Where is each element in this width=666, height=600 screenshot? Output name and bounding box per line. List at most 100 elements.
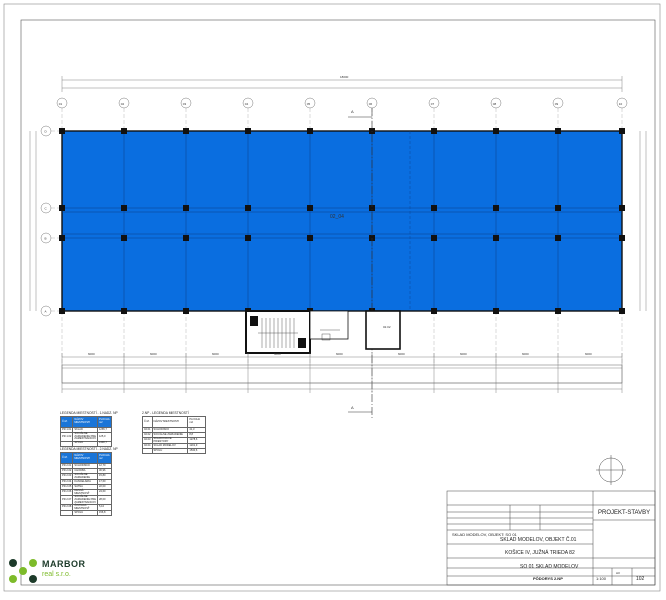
legend-header: Č.M. NÁZOV MIESTNOSTI PLOCHA m2 xyxy=(59,452,112,464)
bay-dimension: 6000 xyxy=(336,352,343,356)
column xyxy=(59,205,65,211)
legend-table-a: Č.M. NÁZOV MIESTNOSTI PLOCHA m2 PR.1.01 S… xyxy=(59,416,112,447)
legend-a-title: LEGENDA MIESTNOSTÍ - 1.NADZ. NP xyxy=(60,411,118,415)
logo-name: MARBOR xyxy=(42,559,86,569)
column xyxy=(183,128,189,134)
column xyxy=(431,128,437,134)
legend-table-c: Č.M. NÁZOV MIESTNOSTI PLOCHA m2 02.01 SCH… xyxy=(142,416,206,455)
legend-cell: SOCIÁLNE ZARIADENIE PRE ZAMESTNANCOV xyxy=(72,432,98,442)
column xyxy=(619,235,625,241)
column xyxy=(245,205,251,211)
legend-cell: 28,00 xyxy=(97,495,112,506)
legend-cell xyxy=(142,448,153,455)
legend-c-title: 2.NP - LEGENDA MIESTNOSTÍ xyxy=(142,411,189,415)
column xyxy=(555,235,561,241)
stair-room-label: 02.02 xyxy=(383,325,391,329)
axis-label: 08 xyxy=(493,102,497,106)
legend-head-cell: PLOCHA m2 xyxy=(97,416,112,428)
column xyxy=(307,128,313,134)
axis-markers-left: DCBA xyxy=(40,125,52,317)
legend-cell: SPOLU xyxy=(72,510,98,517)
column xyxy=(121,128,127,134)
floor-area xyxy=(61,130,623,312)
column xyxy=(245,128,251,134)
column xyxy=(493,128,499,134)
format: A3 xyxy=(616,571,620,575)
bay-dimension: 6000 xyxy=(460,352,467,356)
company-logo: MARBOR real s.r.o. xyxy=(8,556,118,586)
column xyxy=(121,308,127,314)
legend-head-cell: PLOCHA m2 xyxy=(187,416,206,428)
column xyxy=(183,235,189,241)
legend-header: Č.M. NÁZOV MIESTNOSTI PLOCHA m2 xyxy=(59,416,112,428)
legend-cell: PR.1.02 xyxy=(59,432,74,442)
bay-dimension: 6000 xyxy=(398,352,405,356)
legend-head-cell: Č.M. xyxy=(59,452,74,464)
column xyxy=(493,235,499,241)
column xyxy=(121,235,127,241)
legend-cell: 1390,7 xyxy=(97,440,112,447)
scale: 1:100 xyxy=(596,576,607,581)
column xyxy=(245,235,251,241)
legend-cell xyxy=(59,510,74,517)
legend-cell: 1530,6 xyxy=(187,448,206,455)
bay-dimension: 6000 xyxy=(212,352,219,356)
legend-row: SPOLU 1530,6 xyxy=(142,448,206,455)
legend-cell: 125,0 xyxy=(97,432,112,442)
legend-head-cell: NÁZOV MIESTNOSTI xyxy=(72,452,98,464)
column xyxy=(619,308,625,314)
legend-cell xyxy=(59,440,74,447)
bay-dimension: 6000 xyxy=(522,352,529,356)
legend-row: SPOLU 156,8 xyxy=(59,510,112,517)
legend-head-cell: Č.M. xyxy=(59,416,74,428)
axis-label: 09 xyxy=(555,102,559,106)
legend-row: SPOLU 1390,7 xyxy=(59,440,112,447)
column xyxy=(493,308,499,314)
bottom-dimension-lines xyxy=(61,356,623,390)
axis-label: 01 xyxy=(59,102,63,106)
axis-label: 05 xyxy=(307,102,311,106)
firm-symbol xyxy=(596,455,626,485)
legend-row: PR.1.02 SOCIÁLNE ZARIADENIE PRE ZAMESTNAN… xyxy=(59,432,112,442)
axis-label: 10 xyxy=(619,102,623,106)
axis-label: 02 xyxy=(121,102,125,106)
drawing-title: PÔDORYS 2.NP xyxy=(533,576,563,581)
bottom-dimension-ticks: 6000 6000 6000 6000 6000 6000 6000 6000 6000 xyxy=(61,352,623,393)
sheet-number: 102 xyxy=(636,576,645,582)
legend-cell: SPOLU xyxy=(151,448,189,455)
column xyxy=(183,205,189,211)
axis-label: A xyxy=(45,310,47,314)
legend-cell: SPOLU xyxy=(72,440,98,447)
project-location: KOŠICE IV, JUŽNÁ TRIEDA 82 xyxy=(505,550,575,556)
legend-head-cell: NÁZOV MIESTNOSTI xyxy=(151,416,189,428)
axis-label: 03 xyxy=(183,102,187,106)
legend-cell: 156,8 xyxy=(97,510,112,517)
logo-mark-icon xyxy=(9,559,37,583)
column xyxy=(431,235,437,241)
axis-label: 07 xyxy=(431,102,435,106)
legend-b-title: LEGENDA MIESTNOSTÍ - 2.NADZ. NP xyxy=(60,447,118,451)
column xyxy=(121,205,127,211)
axis-markers-top: 01 02 03 04 05 06 07 08 09 10 xyxy=(56,97,628,109)
bay-dimension: 6000 xyxy=(274,352,281,356)
legend-head-cell: NÁZOV MIESTNOSTI xyxy=(72,416,98,428)
column xyxy=(619,128,625,134)
drawing-name: SO 01 SKLAD MODELOV xyxy=(520,564,579,570)
axis-label: 06 xyxy=(369,102,373,106)
room-label: 02_04 xyxy=(330,214,344,220)
project-name: SKLAD MODELOV, OBJEKT Č.01 xyxy=(500,537,577,543)
column xyxy=(619,205,625,211)
bay-dimension: 6000 xyxy=(150,352,157,356)
column xyxy=(307,205,313,211)
column xyxy=(183,308,189,314)
column xyxy=(59,235,65,241)
section-mark-top: A xyxy=(351,109,354,114)
legend-table-b: Č.M. NÁZOV MIESTNOSTI PLOCHA m2 PR.2.01 S… xyxy=(59,452,112,517)
legend-head-cell: Č.M. xyxy=(142,416,153,428)
axis-label: 04 xyxy=(245,102,249,106)
column xyxy=(555,205,561,211)
logo-subname: real s.r.o. xyxy=(42,571,71,578)
column xyxy=(493,205,499,211)
bay-dimension: 6000 xyxy=(585,352,592,356)
legend-header: Č.M. NÁZOV MIESTNOSTI PLOCHA m2 xyxy=(142,416,206,428)
